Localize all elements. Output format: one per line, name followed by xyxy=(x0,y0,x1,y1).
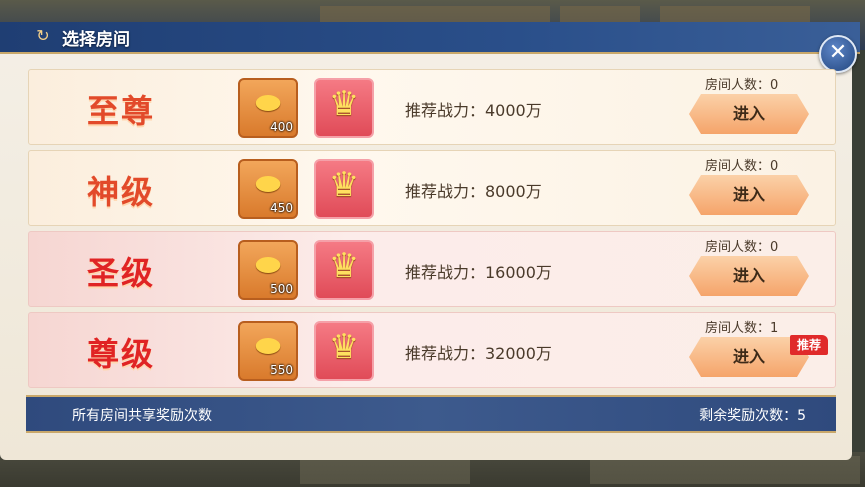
room-row-zunji: 尊级 ⬬ 550 ♛ 推荐战力：32000万 房间人数：1 进入 推荐 xyxy=(28,312,836,388)
recommended-power: 推荐战力：4000万 xyxy=(405,101,542,120)
treasure-chest-icon: ♛ xyxy=(328,327,360,367)
room-name: 至尊 xyxy=(87,92,156,130)
treasure-chest-icon: ♛ xyxy=(328,165,360,205)
room-occupancy: 房间人数：1 xyxy=(705,321,779,336)
room-occupancy: 房间人数：0 xyxy=(705,78,779,93)
room-occupancy: 房间人数：0 xyxy=(705,159,779,174)
room-row-zhizun: 至尊 ⬬ 400 ♛ 推荐战力：4000万 房间人数：0 进入 xyxy=(28,69,836,145)
dialog-title: 选择房间 xyxy=(62,30,130,50)
shared-rewards-label: 所有房间共享奖励次数 xyxy=(72,408,212,424)
gold-ingot-reward[interactable]: ⬬ 450 xyxy=(238,159,298,219)
room-row-shenji: 神级 ⬬ 450 ♛ 推荐战力：8000万 房间人数：0 进入 xyxy=(28,150,836,226)
remaining-rewards-label: 剩余奖励次数：5 xyxy=(699,408,806,424)
reward-footer: 所有房间共享奖励次数 剩余奖励次数：5 xyxy=(26,395,836,433)
treasure-chest-reward[interactable]: ♛ xyxy=(314,159,374,219)
gold-ingot-reward[interactable]: ⬬ 550 xyxy=(238,321,298,381)
enter-button[interactable]: 进入 xyxy=(689,175,809,215)
treasure-chest-reward[interactable]: ♛ xyxy=(314,78,374,138)
close-button[interactable]: ✕ xyxy=(819,35,857,73)
room-name: 尊级 xyxy=(87,335,156,373)
room-occupancy: 房间人数：0 xyxy=(705,240,779,255)
reward-count: 500 xyxy=(270,282,293,296)
enter-button[interactable]: 进入 xyxy=(689,94,809,134)
recommended-power: 推荐战力：8000万 xyxy=(405,182,542,201)
reward-count: 400 xyxy=(270,120,293,134)
gold-ingot-reward[interactable]: ⬬ 500 xyxy=(238,240,298,300)
gold-ingot-icon: ⬬ xyxy=(255,248,281,283)
treasure-chest-icon: ♛ xyxy=(328,246,360,286)
gold-ingot-reward[interactable]: ⬬ 400 xyxy=(238,78,298,138)
room-row-shengji: 圣级 ⬬ 500 ♛ 推荐战力：16000万 房间人数：0 进入 xyxy=(28,231,836,307)
close-icon: ✕ xyxy=(828,40,848,65)
treasure-chest-icon: ♛ xyxy=(328,84,360,124)
gold-ingot-icon: ⬬ xyxy=(255,329,281,364)
recommended-badge: 推荐 xyxy=(790,335,828,355)
room-name: 圣级 xyxy=(87,254,156,292)
treasure-chest-reward[interactable]: ♛ xyxy=(314,240,374,300)
reward-count: 450 xyxy=(270,201,293,215)
enter-button[interactable]: 进入 xyxy=(689,256,809,296)
room-name: 神级 xyxy=(87,173,156,211)
reward-count: 550 xyxy=(270,363,293,377)
recommended-power: 推荐战力：16000万 xyxy=(405,263,552,282)
gold-ingot-icon: ⬬ xyxy=(255,167,281,202)
return-arrow-icon[interactable]: ↻ xyxy=(34,27,52,45)
treasure-chest-reward[interactable]: ♛ xyxy=(314,321,374,381)
recommended-power: 推荐战力：32000万 xyxy=(405,344,552,363)
gold-ingot-icon: ⬬ xyxy=(255,86,281,121)
